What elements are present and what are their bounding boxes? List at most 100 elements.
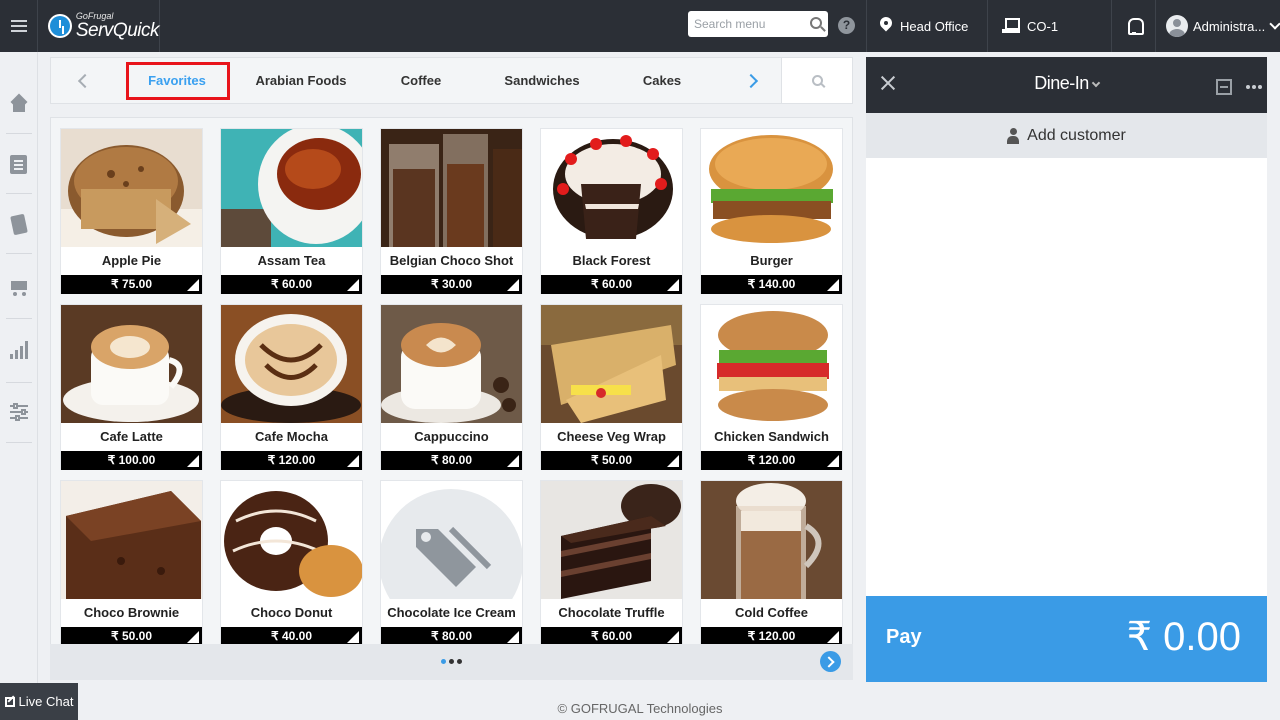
product-price: ₹ 120.00 [701, 451, 842, 470]
product-card[interactable]: Black Forest ₹ 60.00 [540, 128, 683, 294]
page-dot[interactable] [441, 659, 446, 664]
help-icon[interactable]: ? [838, 17, 855, 34]
product-name: Choco Donut [250, 605, 333, 620]
menu-search[interactable] [688, 11, 828, 37]
notifications-button[interactable] [1111, 0, 1155, 52]
product-card[interactable]: Chicken Sandwich ₹ 120.00 [700, 304, 843, 470]
product-card[interactable]: Assam Tea ₹ 60.00 [220, 128, 363, 294]
product-card[interactable]: Chocolate Truffle ₹ 60.00 [540, 480, 683, 646]
choco-donut-image [221, 481, 362, 599]
product-name: Cafe Latte [100, 429, 163, 444]
product-card[interactable]: Cafe Latte ₹ 100.00 [60, 304, 203, 470]
home-icon [10, 96, 28, 112]
pay-label: Pay [886, 626, 922, 648]
menu-search-input[interactable] [688, 11, 800, 37]
product-name: Apple Pie [101, 253, 162, 268]
product-card[interactable]: Choco Brownie ₹ 50.00 [60, 480, 203, 646]
location-pin-icon [880, 17, 892, 35]
category-prev-button[interactable] [63, 58, 103, 103]
cheese-veg-wrap-image [541, 305, 682, 423]
add-customer-button[interactable]: Add customer [866, 113, 1267, 158]
product-price: ₹ 120.00 [221, 451, 362, 470]
corner-triangle-icon [827, 279, 839, 291]
menu-toggle-button[interactable] [0, 0, 38, 52]
sidebar-divider [6, 442, 32, 443]
corner-triangle-icon [347, 631, 359, 643]
tab-arabian-foods[interactable]: Arabian Foods [246, 58, 356, 103]
tab-coffee[interactable]: Coffee [381, 58, 461, 103]
product-card[interactable]: Cold Coffee ₹ 120.00 [700, 480, 843, 646]
live-chat-button[interactable]: Live Chat [0, 683, 78, 720]
product-card[interactable]: Cafe Mocha ₹ 120.00 [220, 304, 363, 470]
sidebar-divider [6, 318, 32, 319]
corner-triangle-icon [187, 631, 199, 643]
product-name: Cafe Mocha [255, 429, 328, 444]
product-name: Cheese Veg Wrap [557, 429, 666, 444]
product-name: Burger [750, 253, 793, 268]
corner-triangle-icon [347, 279, 359, 291]
register-label: CO-1 [1027, 18, 1059, 34]
product-card[interactable]: Cheese Veg Wrap ₹ 50.00 [540, 304, 683, 470]
logo-product: ServQuick [75, 20, 160, 41]
product-name: Chocolate Truffle [558, 605, 665, 620]
chevron-down-icon [1091, 78, 1101, 88]
order-items-list [866, 158, 1267, 596]
chevron-down-icon [1269, 18, 1280, 30]
chevron-right-icon [743, 73, 759, 88]
copyright-footer: © GOFRUGAL Technologies [0, 697, 1280, 720]
sidebar-item-cart[interactable] [0, 258, 37, 318]
product-name: Choco Brownie [83, 605, 180, 620]
product-name: Chicken Sandwich [714, 429, 829, 444]
product-card[interactable]: Burger ₹ 140.00 [700, 128, 843, 294]
burger-image [701, 129, 842, 247]
product-card[interactable]: Cappuccino ₹ 80.00 [380, 304, 523, 470]
pay-button[interactable]: Pay ₹ 0.00 [866, 596, 1267, 682]
cold-coffee-image [701, 481, 842, 599]
corner-triangle-icon [187, 455, 199, 467]
chicken-sandwich-image [701, 305, 842, 423]
user-menu[interactable]: Administra... [1155, 0, 1280, 52]
order-type-selector[interactable]: Dine-In [866, 73, 1267, 94]
hamburger-icon [10, 25, 27, 27]
more-options-icon[interactable] [1246, 85, 1262, 89]
product-name: Cold Coffee [735, 605, 808, 620]
order-total: ₹ 0.00 [1126, 615, 1241, 659]
sidebar-item-home[interactable] [0, 74, 37, 134]
sidebar-item-orders[interactable] [0, 134, 37, 194]
category-bar: Favorites Arabian Foods Coffee Sandwiche… [50, 57, 781, 104]
product-card[interactable]: Choco Donut ₹ 40.00 [220, 480, 363, 646]
cash-register-icon [1002, 18, 1020, 34]
sidebar-item-reports[interactable] [0, 320, 37, 380]
product-name: Assam Tea [257, 253, 326, 268]
sidebar-item-settings[interactable] [0, 382, 37, 442]
product-card[interactable]: Belgian Choco Shot ₹ 30.00 [380, 128, 523, 294]
product-card[interactable]: Chocolate Ice Cream ₹ 80.00 [380, 480, 523, 646]
choco-brownie-image [61, 481, 202, 599]
page-dot[interactable] [457, 659, 462, 664]
tab-sandwiches[interactable]: Sandwiches [492, 58, 592, 103]
search-icon [811, 75, 823, 86]
sidebar-item-takeaway[interactable] [0, 194, 37, 254]
location-selector[interactable]: Head Office [866, 0, 987, 52]
page-dot[interactable] [449, 659, 454, 664]
product-card[interactable]: Apple Pie ₹ 75.00 [60, 128, 203, 294]
document-icon [10, 154, 27, 174]
apple-pie-image [61, 129, 202, 247]
product-price: ₹ 140.00 [701, 275, 842, 294]
search-icon[interactable] [810, 17, 822, 29]
add-customer-label: Add customer [1027, 126, 1126, 144]
tab-favorites[interactable]: Favorites [127, 58, 227, 103]
app-logo[interactable]: GoFrugal ServQuick [38, 0, 160, 52]
next-page-button[interactable] [820, 651, 841, 672]
cart-icon [9, 280, 29, 296]
register-selector[interactable]: CO-1 [987, 0, 1111, 52]
product-price: ₹ 60.00 [221, 275, 362, 294]
category-search-button[interactable] [781, 57, 853, 104]
tab-cakes[interactable]: Cakes [627, 58, 697, 103]
chevron-left-icon [77, 73, 93, 88]
tag-placeholder-icon [381, 481, 522, 599]
cappuccino-image [381, 305, 522, 423]
category-next-button[interactable] [733, 58, 773, 103]
scan-icon[interactable] [1216, 79, 1232, 95]
product-name: Chocolate Ice Cream [387, 605, 516, 620]
